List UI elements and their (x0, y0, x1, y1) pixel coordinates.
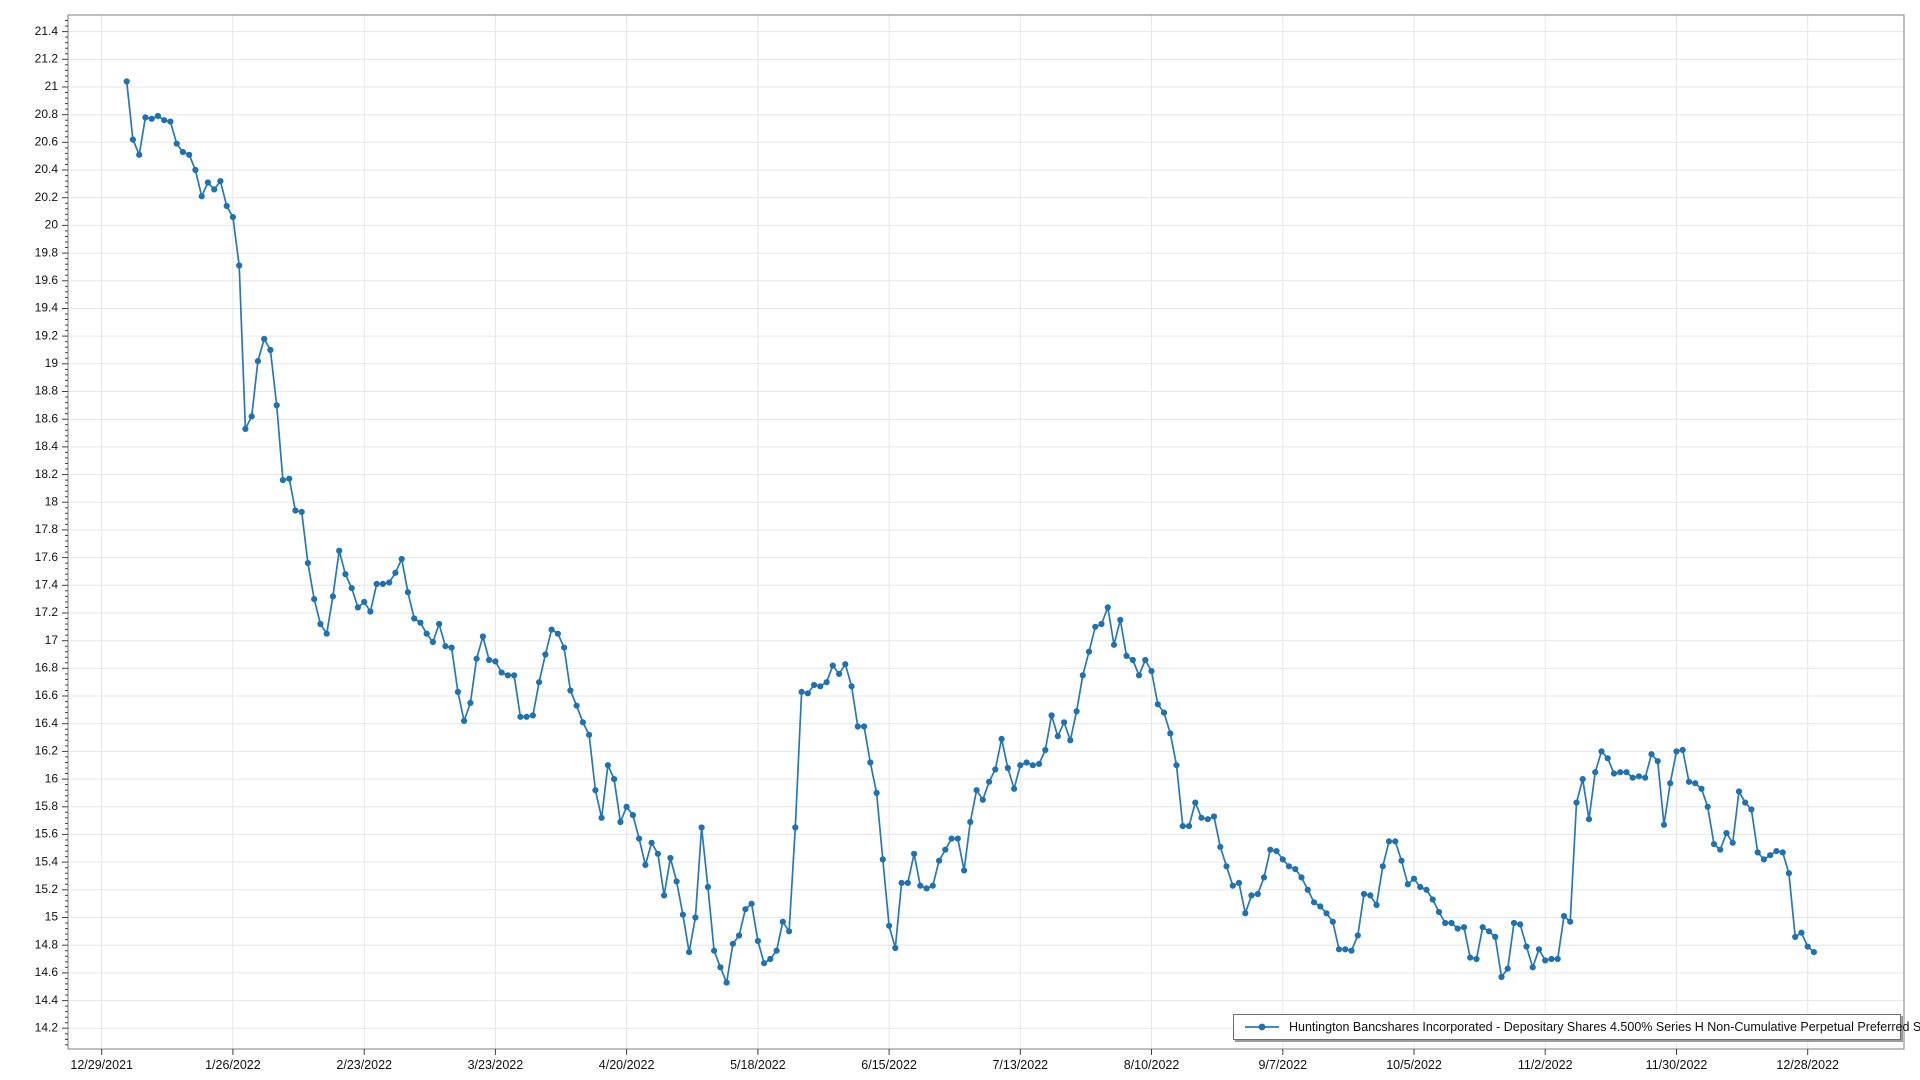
svg-text:19.8: 19.8 (35, 245, 59, 259)
svg-text:14.8: 14.8 (35, 937, 59, 951)
svg-text:5/18/2022: 5/18/2022 (730, 1058, 786, 1072)
svg-text:18.8: 18.8 (35, 384, 59, 398)
svg-text:21.2: 21.2 (35, 51, 59, 65)
svg-text:6/15/2022: 6/15/2022 (861, 1058, 917, 1072)
svg-text:15.2: 15.2 (35, 882, 59, 896)
svg-text:11/2/2022: 11/2/2022 (1518, 1058, 1573, 1072)
svg-text:17: 17 (45, 633, 59, 647)
svg-text:15.8: 15.8 (35, 799, 59, 813)
svg-text:16.6: 16.6 (35, 688, 59, 702)
svg-text:15.4: 15.4 (35, 854, 59, 868)
svg-text:19.6: 19.6 (35, 273, 59, 287)
svg-text:20.4: 20.4 (35, 162, 59, 176)
chart-figure: 21.4 21.2 21 20.8 20.6 20.4 20.2 20 19.8 19.6 19.4… (0, 0, 1920, 1080)
svg-text:17.4: 17.4 (35, 577, 59, 591)
svg-text:15.6: 15.6 (35, 827, 59, 841)
series-marker-icon (1244, 1022, 1280, 1032)
stock-price-chart[interactable]: 21.4 21.2 21 20.8 20.6 20.4 20.2 20 19.8 19.6 19.4… (0, 0, 1920, 1080)
svg-text:21.4: 21.4 (35, 24, 59, 38)
svg-text:19: 19 (45, 356, 59, 370)
svg-text:15: 15 (45, 910, 59, 924)
svg-text:12/29/2021: 12/29/2021 (70, 1058, 133, 1072)
svg-text:9/7/2022: 9/7/2022 (1258, 1058, 1307, 1072)
svg-text:3/23/2022: 3/23/2022 (468, 1058, 524, 1072)
svg-text:14.2: 14.2 (35, 1020, 59, 1034)
svg-text:20.8: 20.8 (35, 107, 59, 121)
svg-text:14.6: 14.6 (35, 965, 59, 979)
y-gridlines (68, 32, 1904, 1029)
svg-text:19.4: 19.4 (35, 301, 59, 315)
svg-text:4/20/2022: 4/20/2022 (599, 1058, 655, 1072)
svg-text:16.2: 16.2 (35, 744, 59, 758)
x-axis-labels: 12/29/2021 1/26/2022 2/23/2022 3/23/2022 4/2… (70, 1058, 1839, 1072)
svg-text:18: 18 (45, 494, 59, 508)
svg-text:17.8: 17.8 (35, 522, 59, 536)
svg-text:8/10/2022: 8/10/2022 (1124, 1058, 1180, 1072)
y-axis-labels: 21.4 21.2 21 20.8 20.6 20.4 20.2 20 19.8 19.6 19.4… (35, 24, 59, 1035)
x-axis-ticks (102, 1049, 1808, 1055)
chart-legend: Huntington Bancshares Incorporated - Dep… (1233, 1014, 1901, 1040)
svg-text:16: 16 (45, 771, 59, 785)
svg-text:16.4: 16.4 (35, 716, 59, 730)
svg-text:10/5/2022: 10/5/2022 (1386, 1058, 1442, 1072)
svg-text:18.2: 18.2 (35, 467, 59, 481)
svg-text:2/23/2022: 2/23/2022 (336, 1058, 392, 1072)
svg-text:20: 20 (45, 218, 59, 232)
svg-text:16.8: 16.8 (35, 660, 59, 674)
svg-text:21: 21 (45, 79, 59, 93)
svg-text:20.2: 20.2 (35, 190, 59, 204)
svg-text:17.2: 17.2 (35, 605, 59, 619)
svg-text:7/13/2022: 7/13/2022 (992, 1058, 1048, 1072)
svg-text:18.4: 18.4 (35, 439, 59, 453)
svg-text:11/30/2022: 11/30/2022 (1646, 1058, 1708, 1072)
svg-text:12/28/2022: 12/28/2022 (1776, 1058, 1839, 1072)
data-points (124, 78, 1817, 985)
y-axis-ticks (62, 21, 68, 1045)
svg-text:20.6: 20.6 (35, 134, 59, 148)
legend-series-label: Huntington Bancshares Incorporated - Dep… (1289, 1020, 1920, 1034)
svg-text:1/26/2022: 1/26/2022 (205, 1058, 261, 1072)
svg-text:18.6: 18.6 (35, 411, 59, 425)
svg-text:19.2: 19.2 (35, 328, 59, 342)
series-line (127, 81, 1814, 982)
svg-text:14.4: 14.4 (35, 993, 59, 1007)
svg-text:17.6: 17.6 (35, 550, 59, 564)
